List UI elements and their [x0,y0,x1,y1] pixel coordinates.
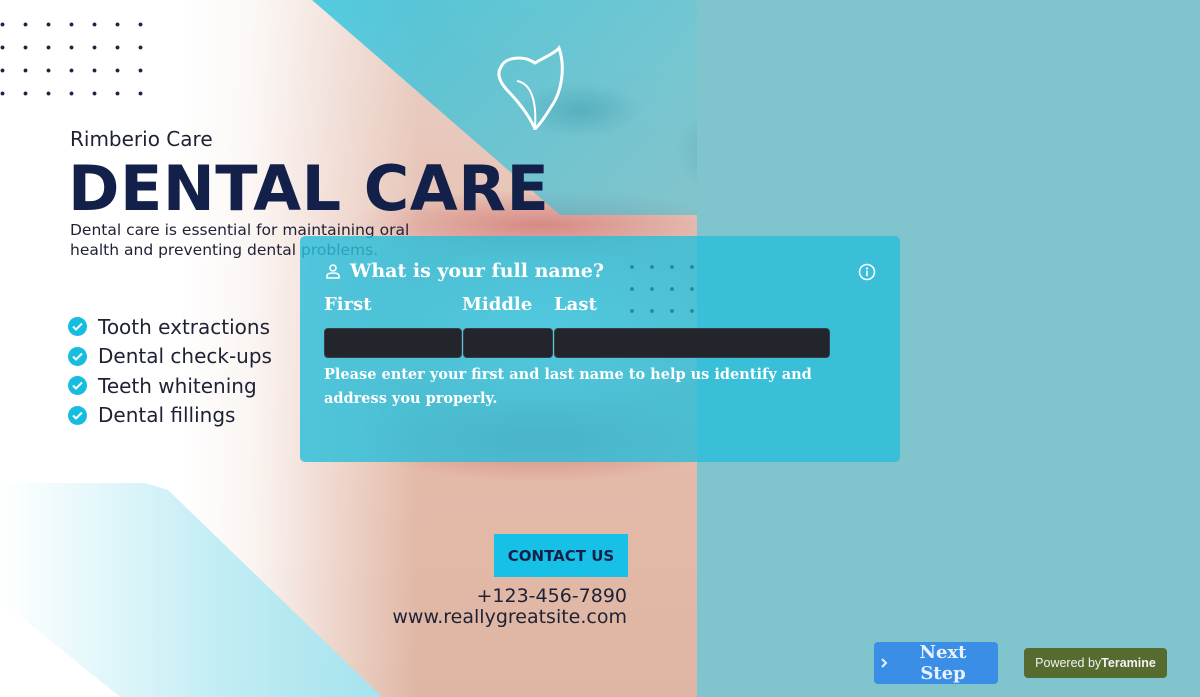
check-circle-icon [68,317,87,337]
dot-grid-decoration [622,256,702,336]
contact-us-button[interactable]: CONTACT US [494,534,628,577]
powered-by-badge[interactable]: Powered by Teramine [1024,648,1167,678]
service-item: Dental check-ups [68,342,272,372]
service-label: Dental fillings [98,403,236,428]
chevron-right-icon [880,653,888,674]
last-name-label: Last [554,294,597,315]
check-circle-icon [68,405,87,425]
phone-number: +123-456-7890 [476,585,627,607]
person-icon [325,263,341,279]
service-item: Teeth whitening [68,371,272,401]
last-name-input[interactable] [554,328,830,358]
tooth-icon [497,45,564,130]
question-text: What is your full name? [350,260,605,282]
service-item: Tooth extractions [68,312,272,342]
help-text: Please enter your first and last name to… [324,366,812,407]
powered-prefix: Powered by [1035,656,1102,670]
full-name-question-card: What is your full name? First Middle Las… [300,236,900,462]
question-title: What is your full name? [325,260,604,282]
services-list: Tooth extractions Dental check-ups Teeth… [68,312,272,430]
middle-name-label: Middle [462,294,533,315]
info-icon[interactable] [858,263,876,285]
check-circle-icon [68,376,87,396]
service-item: Dental fillings [68,401,272,431]
service-label: Tooth extractions [98,314,271,339]
service-label: Teeth whitening [98,373,257,398]
brand-name: Rimberio Care [70,127,213,151]
dot-grid-decoration [0,18,150,98]
powered-brand: Teramine [1101,656,1156,670]
first-name-label: First [324,294,372,315]
service-label: Dental check-ups [98,344,272,369]
next-step-button[interactable]: Next Step [874,642,998,684]
first-name-input[interactable] [324,328,462,358]
next-step-label: Next Step [919,642,967,684]
check-circle-icon [68,346,87,366]
headline: DENTAL CARE [68,152,550,225]
website-url: www.reallygreatsite.com [392,606,627,628]
middle-name-input[interactable] [463,328,553,358]
